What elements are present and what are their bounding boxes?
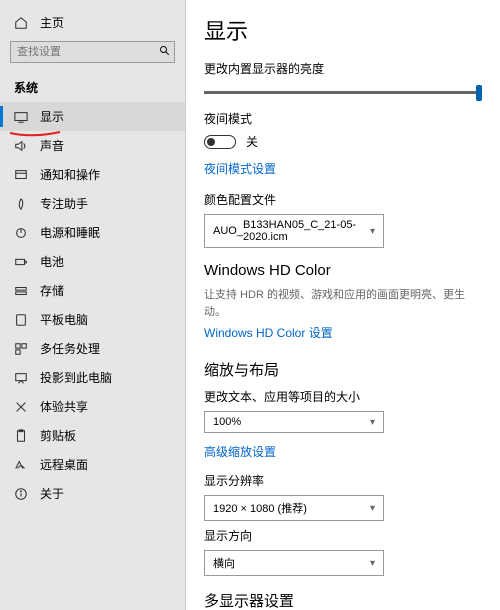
hd-color-desc: 让支持 HDR 的视频、游戏和应用的画面更明亮、更生动。	[204, 287, 482, 320]
nav-label: 存储	[40, 282, 64, 299]
sidebar-item-projecting[interactable]: 投影到此电脑	[0, 363, 185, 392]
nav-label: 远程桌面	[40, 456, 88, 473]
scale-heading: 缩放与布局	[204, 359, 482, 380]
focus-icon	[14, 197, 28, 211]
nav-label: 电池	[40, 253, 64, 270]
hd-color-heading: Windows HD Color	[204, 262, 482, 279]
color-profile-heading: 颜色配置文件	[204, 191, 482, 208]
nav-label: 电源和睡眠	[40, 224, 100, 241]
nav-label: 声音	[40, 137, 64, 154]
sidebar-item-notifications[interactable]: 通知和操作	[0, 160, 185, 189]
search-input[interactable]	[10, 41, 175, 63]
slider-thumb[interactable]	[476, 85, 482, 101]
nav-label: 体验共享	[40, 398, 88, 415]
dropdown-value-a: AUO_	[213, 225, 243, 237]
sidebar-item-battery[interactable]: 电池	[0, 247, 185, 276]
sidebar-item-sound[interactable]: 声音	[0, 131, 185, 160]
share-icon	[14, 400, 28, 414]
multitask-icon	[14, 342, 28, 356]
nav-label: 剪贴板	[40, 427, 76, 444]
nav-label: 投影到此电脑	[40, 369, 112, 386]
clipboard-icon	[14, 429, 28, 443]
page-title: 显示	[204, 14, 482, 46]
sidebar-item-multitask[interactable]: 多任务处理	[0, 334, 185, 363]
advanced-scale-link[interactable]: 高级缩放设置	[204, 443, 276, 460]
text-size-label: 更改文本、应用等项目的大小	[204, 388, 482, 405]
notification-icon	[14, 168, 28, 182]
resolution-label: 显示分辨率	[204, 472, 482, 489]
nav-label: 专注助手	[40, 195, 88, 212]
sidebar-item-remote[interactable]: 远程桌面	[0, 450, 185, 479]
chevron-down-icon: ▾	[370, 558, 375, 569]
main-panel: 显示 更改内置显示器的亮度 夜间模式 关 夜间模式设置 颜色配置文件 AUO_ …	[185, 0, 500, 610]
nav-label: 平板电脑	[40, 311, 88, 328]
text-size-dropdown[interactable]: 100% ▾	[204, 411, 384, 433]
sidebar-item-clipboard[interactable]: 剪贴板	[0, 421, 185, 450]
sidebar-item-about[interactable]: 关于	[0, 479, 185, 508]
toggle-track[interactable]	[204, 135, 236, 149]
dropdown-value: 横向	[213, 555, 235, 571]
home-label: 主页	[40, 14, 64, 31]
sidebar-item-storage[interactable]: 存储	[0, 276, 185, 305]
chevron-down-icon: ▾	[370, 417, 375, 428]
remote-icon	[14, 458, 28, 472]
night-light-heading: 夜间模式	[204, 110, 482, 127]
sound-icon	[14, 139, 28, 153]
sidebar-item-focus[interactable]: 专注助手	[0, 189, 185, 218]
search-field[interactable]	[17, 46, 159, 58]
sidebar-item-tablet[interactable]: 平板电脑	[0, 305, 185, 334]
hd-color-link[interactable]: Windows HD Color 设置	[204, 324, 333, 341]
chevron-down-icon: ▾	[370, 226, 375, 237]
tablet-icon	[14, 313, 28, 327]
toggle-state: 关	[246, 133, 258, 150]
orientation-dropdown[interactable]: 横向 ▾	[204, 550, 384, 576]
sidebar-item-display[interactable]: 显示	[0, 102, 185, 131]
home-icon	[14, 16, 28, 30]
home-button[interactable]: 主页	[0, 10, 185, 41]
orientation-label: 显示方向	[204, 527, 482, 544]
resolution-dropdown[interactable]: 1920 × 1080 (推荐) ▾	[204, 495, 384, 521]
nav-label: 显示	[40, 108, 64, 125]
nav-label: 关于	[40, 485, 64, 502]
storage-icon	[14, 284, 28, 298]
search-icon	[159, 45, 171, 60]
monitor-icon	[14, 110, 28, 124]
color-profile-dropdown[interactable]: AUO_ B133HAN05_C_21-05-2020.icm ▾	[204, 214, 384, 248]
sidebar: 主页 系统 显示 声音 通知和操作 专注助手 电源和睡眠 电池 存储	[0, 0, 185, 610]
sidebar-item-shared[interactable]: 体验共享	[0, 392, 185, 421]
chevron-down-icon: ▾	[370, 503, 375, 514]
group-label: 系统	[0, 73, 185, 102]
dropdown-value: 1920 × 1080 (推荐)	[213, 500, 307, 516]
project-icon	[14, 371, 28, 385]
multi-display-heading: 多显示器设置	[204, 590, 482, 610]
brightness-slider[interactable]	[204, 91, 482, 94]
power-icon	[14, 226, 28, 240]
battery-icon	[14, 255, 28, 269]
nav-label: 通知和操作	[40, 166, 100, 183]
nav-label: 多任务处理	[40, 340, 100, 357]
dropdown-value: 100%	[213, 416, 241, 428]
night-light-toggle[interactable]: 关	[204, 133, 482, 150]
dropdown-value-b: B133HAN05_C_21-05-2020.icm	[243, 219, 370, 243]
sidebar-item-power[interactable]: 电源和睡眠	[0, 218, 185, 247]
info-icon	[14, 487, 28, 501]
night-light-settings-link[interactable]: 夜间模式设置	[204, 160, 276, 177]
brightness-label: 更改内置显示器的亮度	[204, 60, 482, 77]
